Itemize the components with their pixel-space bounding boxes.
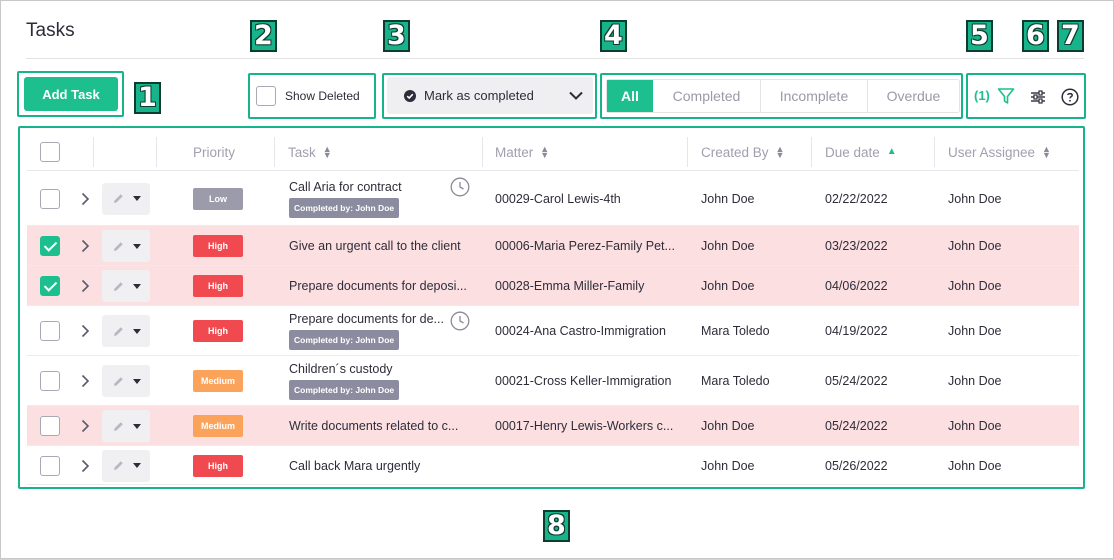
callout-frame-show-deleted xyxy=(248,73,376,119)
callout-frame-add-task xyxy=(17,71,124,117)
callout-badge-7: 7 xyxy=(1057,20,1084,52)
callout-badge-6: 6 xyxy=(1022,20,1049,52)
callout-badge-3: 3 xyxy=(383,20,410,52)
callout-badge-1: 1 xyxy=(134,82,161,114)
callout-badge-5: 5 xyxy=(966,20,993,52)
callout-badge-4: 4 xyxy=(600,20,627,52)
callout-frame-filter-tools xyxy=(966,73,1086,119)
callout-frame-status-filter xyxy=(600,73,963,119)
title-divider xyxy=(26,58,1084,59)
callout-frame-table xyxy=(18,126,1085,489)
page-title: Tasks xyxy=(26,20,75,41)
callout-badge-8: 8 xyxy=(543,510,570,542)
callout-frame-mark-completed xyxy=(382,73,597,119)
callout-badge-2: 2 xyxy=(250,20,277,52)
